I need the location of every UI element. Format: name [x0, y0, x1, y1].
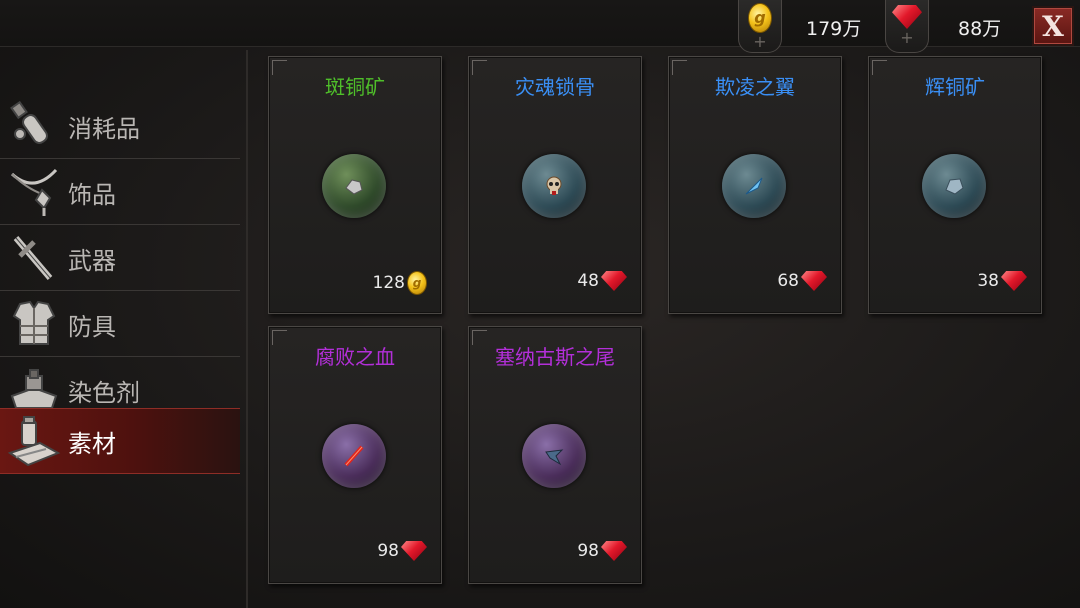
sidebar-item-label: 消耗品 — [68, 114, 140, 143]
item-card[interactable]: 欺凌之翼 68 — [668, 56, 842, 314]
item-price: 98 — [377, 541, 399, 561]
item-name: 欺凌之翼 — [715, 75, 795, 99]
gold-amount: 179万 — [806, 18, 862, 40]
item-price: 38 — [977, 271, 999, 291]
sidebar-item-materials[interactable]: 素材 — [0, 408, 240, 474]
ruby-gem-icon — [801, 271, 827, 291]
item-orb — [322, 154, 386, 218]
gold-currency-slot[interactable]: g + — [738, 0, 782, 53]
item-card[interactable]: 斑铜矿 128 g — [268, 56, 442, 314]
item-orb — [522, 154, 586, 218]
gold-coin-icon: g — [407, 271, 427, 295]
item-orb — [922, 154, 986, 218]
item-name: 腐败之血 — [315, 345, 395, 369]
sidebar-item-consumables[interactable]: 消耗品 — [0, 94, 240, 159]
item-price: 48 — [577, 271, 599, 291]
price-row: 48 — [577, 271, 627, 291]
price-row: 98 — [377, 541, 427, 561]
sidebar-item-armor[interactable]: 防具 — [0, 292, 240, 357]
item-name: 斑铜矿 — [325, 75, 385, 99]
item-card[interactable]: 塞纳古斯之尾 98 — [468, 326, 642, 584]
sidebar-item-label: 素材 — [68, 429, 116, 458]
item-name: 塞纳古斯之尾 — [495, 345, 615, 369]
skull-icon — [546, 176, 562, 195]
necklace-icon — [6, 164, 62, 220]
sidebar-item-accessories[interactable]: 饰品 — [0, 160, 240, 225]
price-row: 98 — [577, 541, 627, 561]
item-price: 128 — [372, 273, 405, 293]
item-price: 68 — [777, 271, 799, 291]
ruby-gem-icon — [1001, 271, 1027, 291]
ore-icon — [345, 179, 363, 195]
category-sidebar: 消耗品 饰品 武器 防具 染色剂 素材 — [0, 50, 248, 608]
ruby-gem-icon — [401, 541, 427, 561]
price-row: 68 — [777, 271, 827, 291]
item-card[interactable]: 辉铜矿 38 — [868, 56, 1042, 314]
add-gem-icon[interactable]: + — [900, 30, 913, 46]
sidebar-item-label: 武器 — [68, 246, 116, 275]
ruby-gem-icon — [601, 541, 627, 561]
item-price: 98 — [577, 541, 599, 561]
ruby-gem-icon — [601, 271, 627, 291]
item-name: 灾魂锁骨 — [515, 75, 595, 99]
item-card[interactable]: 灾魂锁骨 48 — [468, 56, 642, 314]
item-orb — [522, 424, 586, 488]
top-bar: g + 179万 + 88万 X — [0, 0, 1080, 53]
sword-icon — [6, 230, 62, 286]
ruby-gem-icon — [892, 5, 922, 29]
add-gold-icon[interactable]: + — [753, 34, 766, 50]
blood-vial-icon — [344, 445, 364, 467]
sidebar-item-label: 染色剂 — [68, 378, 140, 407]
price-row: 128 g — [373, 271, 427, 295]
sidebar-item-weapons[interactable]: 武器 — [0, 226, 240, 291]
item-orb — [322, 424, 386, 488]
close-button[interactable]: X — [1032, 6, 1074, 46]
gem-amount: 88万 — [958, 18, 1002, 40]
gold-coin-icon: g — [748, 3, 772, 33]
tail-icon — [545, 449, 564, 466]
ore-icon — [945, 178, 964, 195]
price-row: 38 — [977, 271, 1027, 291]
armor-icon — [6, 296, 62, 352]
wing-icon — [745, 177, 763, 195]
potion-icon — [6, 98, 62, 154]
item-card[interactable]: 腐败之血 98 — [268, 326, 442, 584]
sidebar-item-label: 饰品 — [68, 180, 116, 209]
sidebar-item-label: 防具 — [68, 312, 116, 341]
material-icon — [6, 413, 62, 469]
item-orb — [722, 154, 786, 218]
item-name: 辉铜矿 — [925, 75, 985, 99]
gem-currency-slot[interactable]: + — [885, 0, 929, 53]
